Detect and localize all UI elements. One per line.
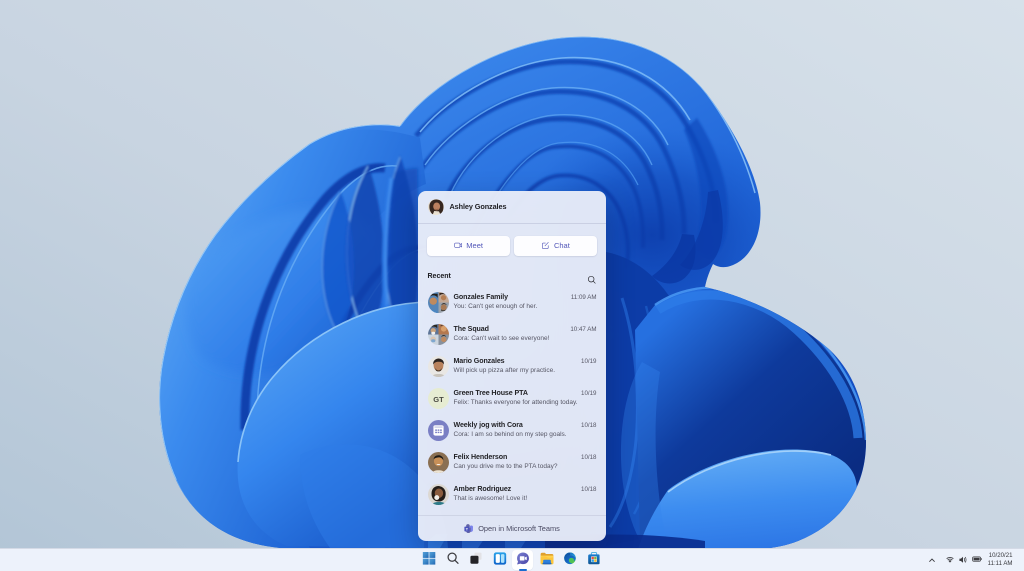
svg-text:GT: GT [433, 395, 444, 404]
